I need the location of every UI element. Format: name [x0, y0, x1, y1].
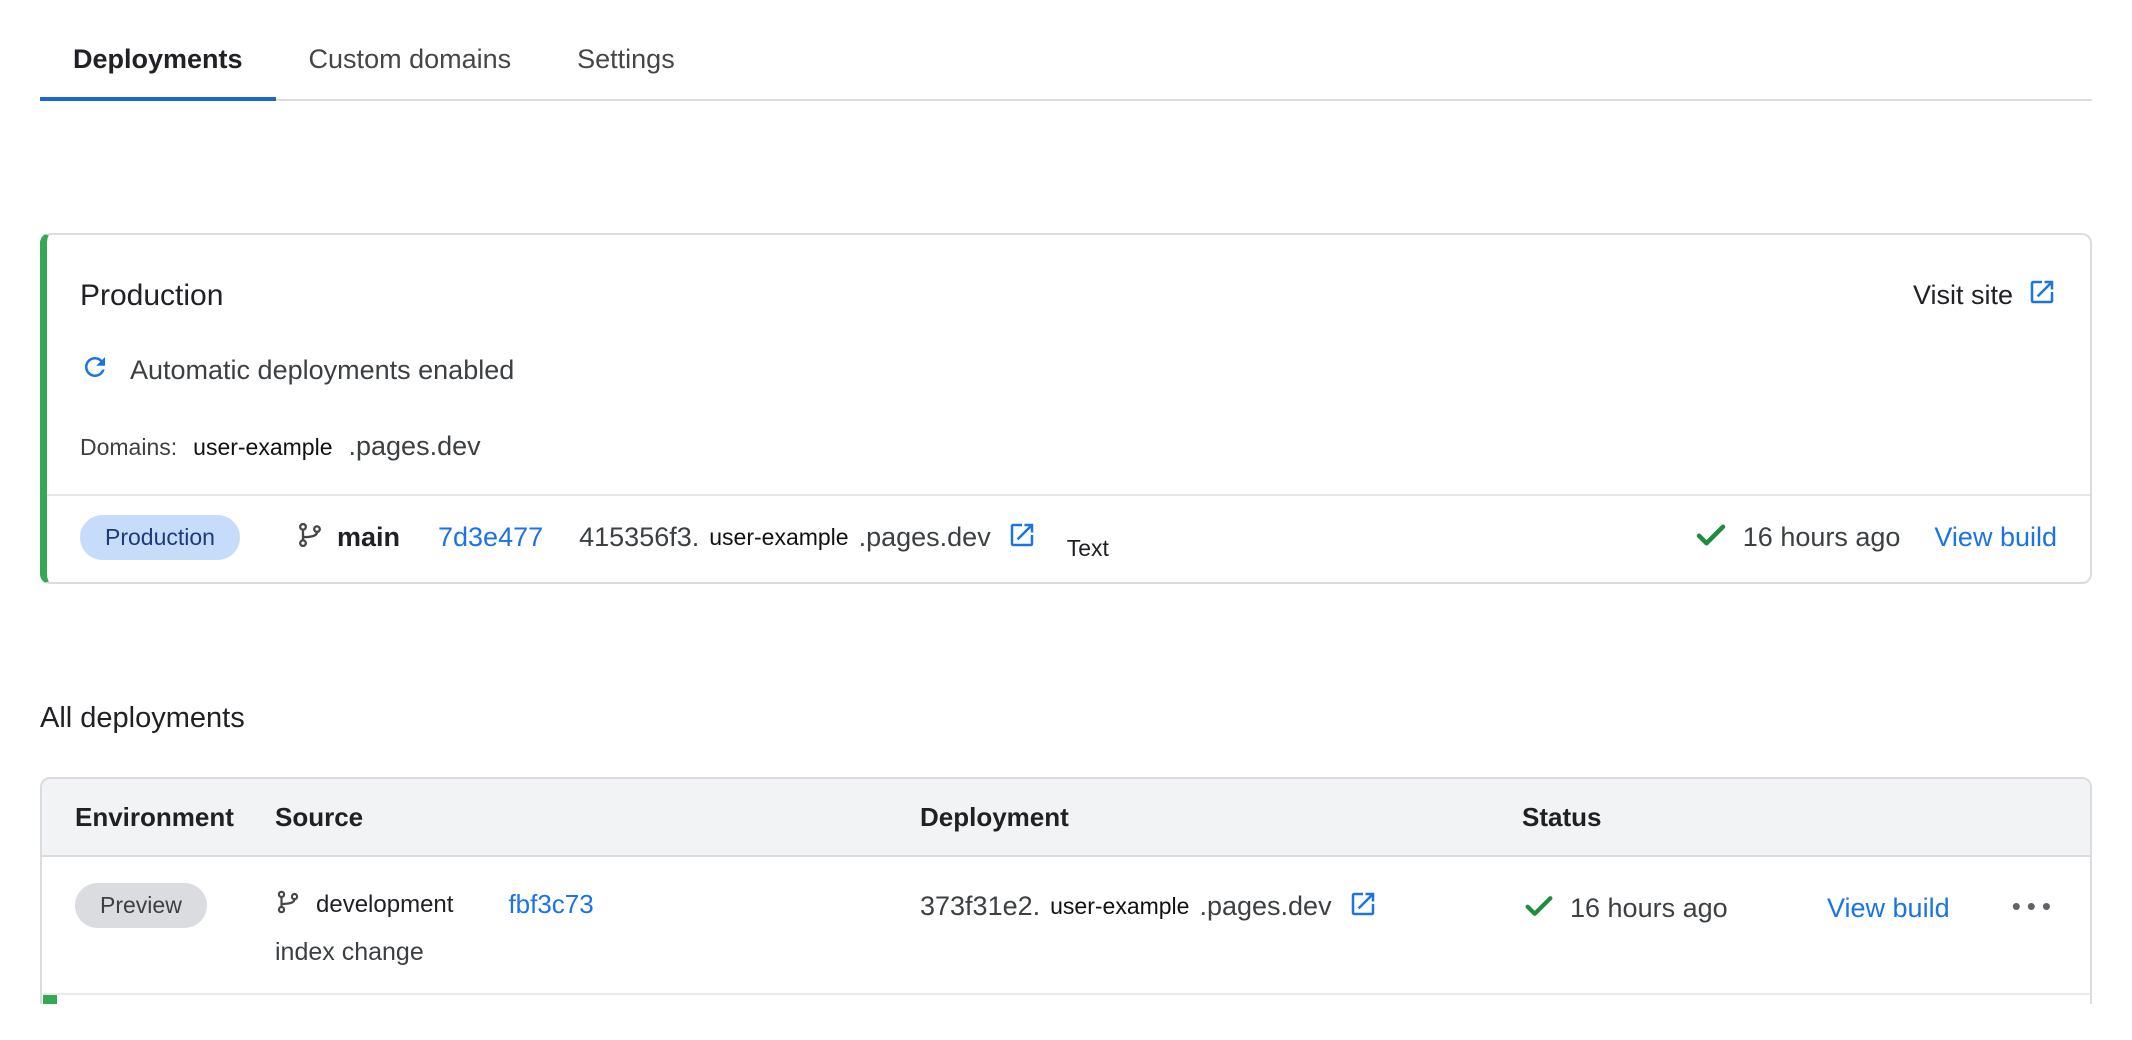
- deploy-time: 16 hours ago: [1570, 893, 1728, 924]
- next-row-production-indicator: [43, 995, 57, 1004]
- deployment-url-suffix: .pages.dev: [859, 522, 991, 553]
- deployments-table: Environment Source Deployment Status Pre…: [40, 777, 2092, 1004]
- check-icon: [1693, 517, 1729, 558]
- deployments-page: Deployments Custom domains Settings Prod…: [0, 28, 2132, 1004]
- tab-custom-domains[interactable]: Custom domains: [276, 28, 545, 101]
- commit-link[interactable]: fbf3c73: [508, 889, 593, 920]
- environment-badge: Production: [80, 515, 240, 560]
- git-branch-icon: [296, 521, 324, 554]
- deployment-url-subdomain: user-example: [1050, 893, 1189, 920]
- tab-settings[interactable]: Settings: [544, 28, 708, 101]
- branch-name: main: [337, 522, 400, 553]
- external-link-icon[interactable]: [1348, 889, 1378, 924]
- deployment-url-suffix: .pages.dev: [1199, 891, 1331, 922]
- commit-message: index change: [275, 938, 920, 967]
- production-deployment-row: Production main 7d3e477 415356f3. user-e…: [80, 496, 2057, 578]
- production-title: Production: [80, 279, 223, 313]
- deployment-url-subdomain: user-example: [709, 524, 848, 551]
- source-cell: development fbf3c73 index change: [275, 881, 920, 967]
- git-branch-icon: [275, 889, 301, 920]
- deployment-url-prefix: 415356f3.: [579, 522, 699, 553]
- branch-group: main: [296, 521, 400, 554]
- branch-name: development: [316, 891, 453, 919]
- auto-deployments-label: Automatic deployments enabled: [130, 355, 514, 386]
- column-header-deployment: Deployment: [920, 802, 1522, 833]
- table-row: Preview development fbf3c73 index change: [42, 857, 2090, 993]
- domain-suffix: .pages.dev: [349, 431, 481, 462]
- view-build-link[interactable]: View build: [1827, 893, 1950, 924]
- production-row-left: Production main 7d3e477 415356f3. user-e…: [80, 515, 1109, 560]
- domains-line: Domains: user-example .pages.dev: [80, 431, 2057, 462]
- tab-deployments[interactable]: Deployments: [40, 28, 276, 101]
- column-header-environment: Environment: [75, 802, 275, 833]
- external-link-icon[interactable]: [1007, 520, 1037, 555]
- row-divider: [42, 993, 2090, 995]
- refresh-icon: [80, 352, 110, 389]
- visit-site-link[interactable]: Visit site: [1913, 277, 2057, 314]
- view-build-link[interactable]: View build: [1934, 522, 2057, 553]
- production-row-status: 16 hours ago View build: [1693, 517, 2057, 558]
- column-header-status: Status: [1522, 802, 2057, 833]
- visit-site-label: Visit site: [1913, 280, 2013, 311]
- tab-bar: Deployments Custom domains Settings: [40, 28, 2092, 101]
- status-time-group: 16 hours ago: [1522, 889, 1827, 928]
- external-link-icon: [2027, 277, 2057, 314]
- all-deployments-heading: All deployments: [40, 702, 2092, 735]
- column-header-source: Source: [275, 802, 920, 833]
- status-cell: 16 hours ago View build •••: [1522, 889, 2057, 928]
- text-annotation: Text: [1067, 535, 1109, 562]
- domain-subdomain: user-example: [193, 434, 332, 461]
- production-card: Production Visit site Automatic deployme…: [40, 233, 2092, 584]
- environment-cell: Preview: [75, 881, 275, 928]
- deployment-url: 415356f3. user-example .pages.dev: [579, 520, 1037, 555]
- source-branch-line: development fbf3c73: [275, 889, 920, 920]
- more-options-icon[interactable]: •••: [2012, 893, 2057, 925]
- environment-badge: Preview: [75, 883, 207, 928]
- domains-label: Domains:: [80, 434, 177, 461]
- production-card-header: Production Visit site: [80, 277, 2057, 314]
- table-header-row: Environment Source Deployment Status: [42, 779, 2090, 857]
- auto-deployments-status: Automatic deployments enabled: [80, 352, 2057, 389]
- check-icon: [1522, 889, 1556, 928]
- deployment-url-prefix: 373f31e2.: [920, 891, 1040, 922]
- commit-link[interactable]: 7d3e477: [438, 522, 543, 553]
- deploy-time: 16 hours ago: [1743, 522, 1901, 553]
- deployment-cell: 373f31e2. user-example .pages.dev: [920, 889, 1522, 924]
